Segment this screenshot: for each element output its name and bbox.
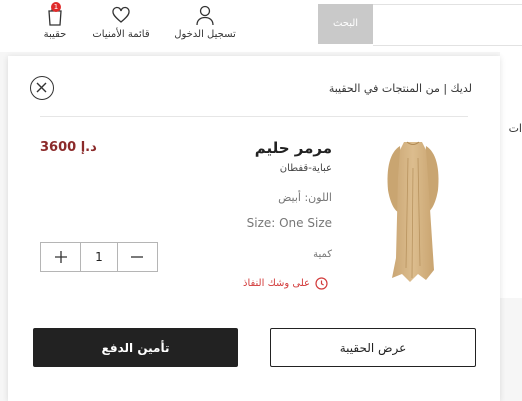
low-stock-notice: على وشك النفاذ <box>243 277 328 290</box>
view-bag-button[interactable]: عرض الحقيبة <box>270 328 476 367</box>
top-header: 1 حقيبة قائمة الأمنيات تسجيل الدخول البح… <box>0 0 522 52</box>
close-icon <box>36 82 47 93</box>
wishlist-label: قائمة الأمنيات <box>92 29 150 40</box>
minus-icon <box>131 256 144 258</box>
quantity-value[interactable]: 1 <box>80 243 118 271</box>
cart-heading: لديك | من المنتجات في الحقيبة <box>328 82 472 95</box>
product-price: 3600 د.إ <box>40 140 97 155</box>
quantity-label: كمية <box>313 249 332 260</box>
background-partial-text: ات <box>508 122 522 135</box>
increase-quantity-button[interactable] <box>41 243 80 271</box>
clock-icon <box>315 277 328 290</box>
mini-cart-panel: لديك | من المنتجات في الحقيبة مرمر حليم … <box>8 56 500 401</box>
bag-label: حقيبة <box>43 29 67 40</box>
search-input[interactable] <box>373 4 522 46</box>
background-page-content: ات <box>500 52 522 298</box>
wishlist-nav-item[interactable]: قائمة الأمنيات <box>86 4 156 40</box>
product-category: عباية-قفطان <box>279 163 332 174</box>
product-name[interactable]: مرمر حليم <box>255 139 332 157</box>
product-image[interactable] <box>378 138 448 286</box>
plus-icon <box>54 251 67 263</box>
login-label: تسجيل الدخول <box>174 29 236 40</box>
product-size: Size: One Size <box>246 216 332 230</box>
low-stock-text: على وشك النفاذ <box>242 278 310 289</box>
user-icon <box>195 4 215 26</box>
shopping-bag-icon: 1 <box>45 2 65 26</box>
bag-nav-item[interactable]: 1 حقيبة <box>38 2 72 40</box>
bag-count-badge: 1 <box>51 2 61 12</box>
divider <box>40 116 468 117</box>
close-button[interactable] <box>30 76 54 100</box>
login-nav-item[interactable]: تسجيل الدخول <box>168 4 242 40</box>
checkout-button[interactable]: تأمين الدفع <box>33 328 238 367</box>
heart-icon <box>111 4 131 26</box>
quantity-stepper: 1 <box>40 242 158 272</box>
decrease-quantity-button[interactable] <box>118 243 157 271</box>
search-button[interactable]: البحث <box>318 4 373 44</box>
product-color: اللون: أبيض <box>278 191 332 204</box>
